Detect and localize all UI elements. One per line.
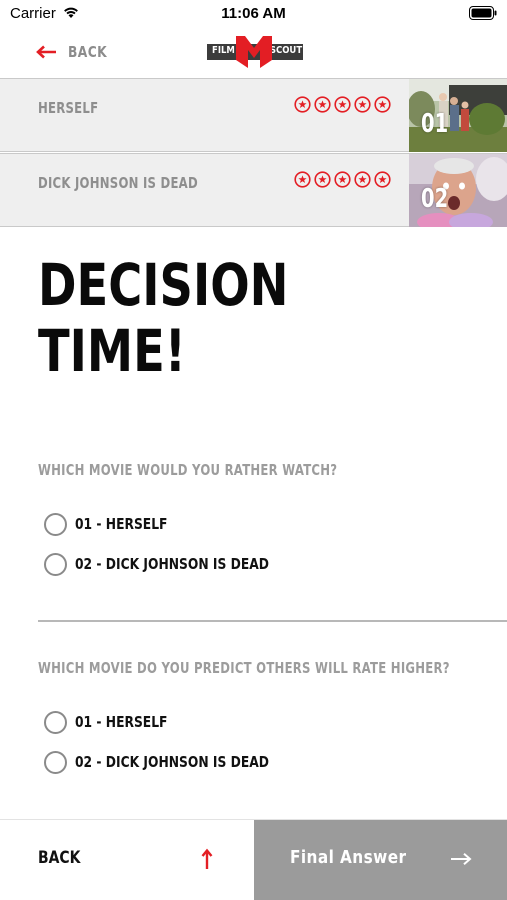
option-label: 01 - HERSELF [75,713,168,731]
nav-back-button[interactable]: BACK [36,40,116,64]
status-time: 11:06 AM [221,5,286,22]
star-circle-icon [334,96,351,113]
radio-button[interactable] [44,710,67,734]
option-label: 02 - DICK JOHNSON IS DEAD [75,555,269,573]
page-title-line-1: DECISION [38,251,289,319]
question-2-option-2[interactable]: 02 - DICK JOHNSON IS DEAD [44,750,312,774]
bottom-action-bar: BACK Final Answer [0,819,507,900]
page-title: DECISION TIME! [38,251,289,385]
star-circle-icon [294,96,311,113]
question-2-label: WHICH MOVIE DO YOU PREDICT OTHERS WILL R… [38,659,450,677]
star-circle-icon [374,96,391,113]
movie-thumbnail[interactable]: 01 [409,79,507,152]
movie-row-2: DICK JOHNSON IS DEAD 02 [0,153,507,227]
option-label: 02 - DICK JOHNSON IS DEAD [75,753,269,771]
movie-title: DICK JOHNSON IS DEAD [38,174,198,192]
bottom-back-label: BACK [38,848,81,868]
final-answer-button[interactable]: Final Answer [254,820,507,900]
right-arrow-icon [451,853,472,865]
movie-number: 02 [421,184,449,214]
star-circle-icon [294,171,311,188]
nav-back-label: BACK [68,43,108,61]
radio-button[interactable] [44,750,67,774]
star-circle-icon [354,96,371,113]
radio-button[interactable] [44,552,67,576]
question-2-option-1[interactable]: 01 - HERSELF [44,710,188,734]
logo-film-text: FILM [212,45,235,56]
star-circle-icon [314,171,331,188]
up-arrow-icon [201,848,213,869]
logo-m-mark-icon [236,36,272,68]
section-divider [38,620,507,622]
movie-row-1: HERSELF 01 [0,78,507,152]
status-bar: Carrier 11:06 AM [0,0,507,28]
bottom-back-button[interactable]: BACK [0,820,254,900]
movie-number: 01 [421,109,449,139]
star-circle-icon [354,171,371,188]
star-circle-icon [374,171,391,188]
battery-icon [469,6,497,20]
option-label: 01 - HERSELF [75,515,168,533]
logo-scout-text: SCOUT [269,45,303,56]
movie-thumbnail[interactable]: 02 [409,154,507,227]
radio-button[interactable] [44,512,67,536]
movie-rating [294,171,394,188]
question-1-option-1[interactable]: 01 - HERSELF [44,512,188,536]
page-title-line-2: TIME! [38,317,186,385]
final-answer-label: Final Answer [290,847,407,868]
film-scout-logo: FILM SCOUT [207,34,303,70]
star-circle-icon [334,171,351,188]
movie-rating [294,96,394,113]
question-1-option-2[interactable]: 02 - DICK JOHNSON IS DEAD [44,552,312,576]
movie-title: HERSELF [38,99,99,117]
star-circle-icon [314,96,331,113]
question-1-label: WHICH MOVIE WOULD YOU RATHER WATCH? [38,461,338,479]
back-arrow-icon [36,45,56,59]
